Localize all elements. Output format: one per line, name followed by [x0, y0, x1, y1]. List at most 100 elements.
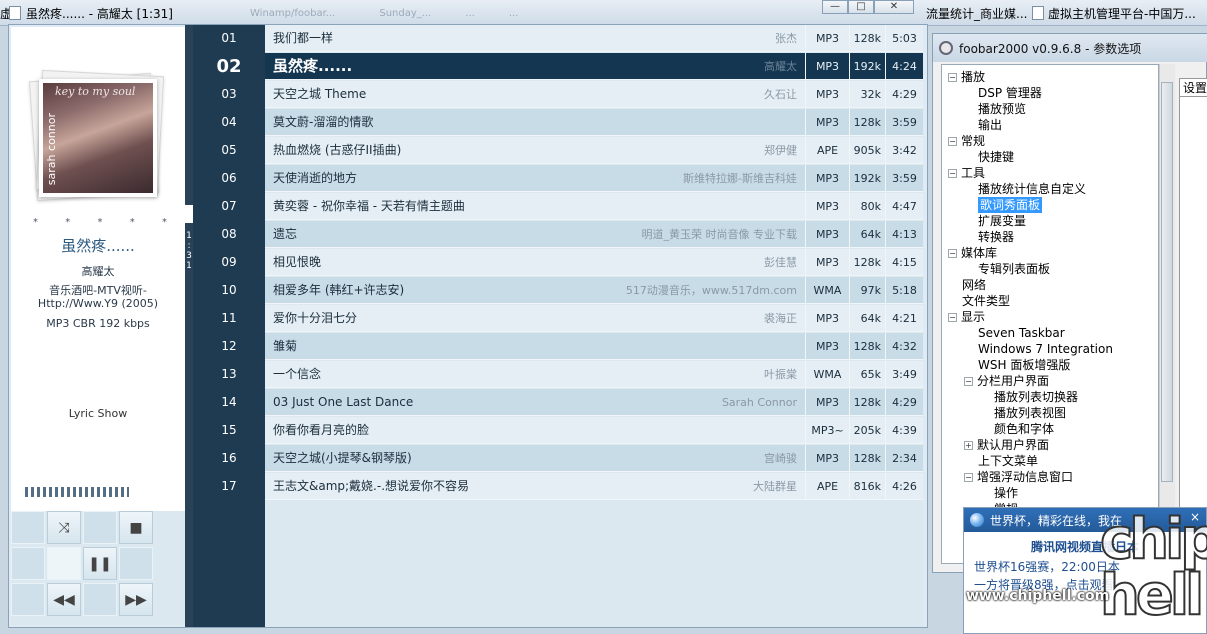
tree-node[interactable]: 网络: [962, 277, 986, 293]
star-icon[interactable]: *: [162, 217, 167, 228]
tree-node[interactable]: 快捷键: [978, 149, 1014, 165]
stop-button[interactable]: ■: [119, 511, 153, 544]
track-bitrate: 65k: [849, 361, 885, 388]
taskbar-tab-hosting[interactable]: 虚拟主机管理平台-中国万...: [1032, 3, 1196, 23]
visualizer: [25, 487, 129, 497]
tree-node[interactable]: 播放预览: [978, 101, 1026, 117]
pause-button[interactable]: ❚❚: [83, 547, 117, 580]
playlist-row[interactable]: 17 王志文&amp;戴娆.-.想说爱你不容易 大陆群星 APE 816k 4:26: [221, 473, 923, 500]
playlist-row[interactable]: 16 天空之城(小提琴&钢琴版) 宫崎骏 MP3 128k 2:34: [221, 445, 923, 472]
star-icon[interactable]: *: [130, 217, 135, 228]
playlist-row[interactable]: 03 天空之城 Theme 久石让 MP3 32k 4:29: [221, 81, 923, 108]
tree-node[interactable]: 播放统计信息自定义: [978, 181, 1086, 197]
collapse-icon[interactable]: −: [964, 377, 973, 386]
track-number: 15: [221, 422, 237, 437]
tree-node-label: WSH 面板增强版: [978, 358, 1071, 372]
playlist-row[interactable]: 15 你看你看月亮的脸 MP3~ 205k 4:39: [221, 417, 923, 444]
tree-node[interactable]: 颜色和字体: [994, 421, 1054, 437]
previous-button[interactable]: ◀◀: [47, 583, 81, 616]
pause-icon: ❚❚: [88, 555, 112, 572]
maximize-button[interactable]: □: [848, 0, 874, 14]
playlist-row[interactable]: 05 热血燃烧 (古惑仔II插曲) 郑伊健 APE 905k 3:42: [221, 137, 923, 164]
playlist-row[interactable]: 02 虽然疼...... 高耀太 MP3 192k 4:24: [216, 53, 923, 80]
tree-node[interactable]: 输出: [978, 117, 1002, 133]
track-duration: 3:59: [885, 165, 923, 192]
star-icon[interactable]: *: [33, 217, 38, 228]
now-playing-title: 虽然疼......: [61, 237, 135, 255]
minimize-button[interactable]: —: [822, 0, 848, 14]
album-art[interactable]: key to my soul sarah connor: [28, 69, 165, 203]
track-duration: 4:47: [885, 193, 923, 220]
tab-settings[interactable]: 设置: [1179, 78, 1207, 96]
rating-stars[interactable]: * * * * *: [33, 217, 167, 228]
collapse-icon[interactable]: −: [964, 473, 973, 482]
tree-node[interactable]: 转换器: [978, 229, 1014, 245]
playlist-row[interactable]: 08 遗忘 明道_黄玉荣 时尚音像 专业下载 MP3 64k 4:13: [221, 221, 923, 248]
collapse-icon[interactable]: −: [948, 137, 957, 146]
tree-node[interactable]: 文件类型: [962, 293, 1010, 309]
playlist-row[interactable]: 13 一个信念 叶振棠 WMA 65k 3:49: [221, 361, 923, 388]
playlist-row[interactable]: 07 黄奕蓉 - 祝你幸福 - 天若有情主题曲 MP3 80k 4:47: [221, 193, 923, 220]
tree-node-label: 播放统计信息自定义: [978, 182, 1087, 196]
collapse-icon[interactable]: −: [948, 169, 957, 178]
tree-node[interactable]: 扩展变量: [978, 213, 1026, 229]
track-artist: [557, 333, 797, 360]
next-button[interactable]: ▶▶: [119, 583, 153, 616]
tree-node[interactable]: − 分栏用户界面: [964, 373, 1049, 389]
track-artist: 大陆群星: [753, 480, 797, 493]
playlist-row[interactable]: 12 雏菊 MP3 128k 4:32: [221, 333, 923, 360]
shuffle-button[interactable]: ⤨: [47, 511, 81, 544]
seek-handle[interactable]: [185, 205, 193, 223]
playlist-row[interactable]: 01 我们都一样 张杰 MP3 128k 5:03: [221, 25, 923, 52]
tree-node[interactable]: − 增强浮动信息窗口: [964, 469, 1073, 485]
panel-splitter[interactable]: [185, 25, 193, 627]
tree-node[interactable]: 操作: [994, 485, 1018, 501]
tree-node[interactable]: Windows 7 Integration: [978, 341, 1113, 357]
now-playing-album: 音乐酒吧-MTV视听-: [49, 284, 147, 297]
tree-node[interactable]: 上下文菜单: [978, 453, 1038, 469]
tree-node[interactable]: 歌词秀面板: [978, 197, 1043, 213]
tree-node[interactable]: − 显示: [948, 309, 985, 325]
playlist-row[interactable]: 14 03 Just One Last Dance Sarah Connor MP3 1…: [221, 389, 923, 416]
player-window: 虽然疼...... - 高耀太 [1:31] key to my soul sa…: [8, 6, 928, 628]
track-format: MP3: [805, 389, 849, 416]
tree-node[interactable]: 专辑列表面板: [978, 261, 1050, 277]
track-duration: 4:29: [885, 81, 923, 108]
preferences-tree[interactable]: − 播放 DSP 管理器 播放预览 输出 − 常规 快捷键 − 工具 播放统计信息自定义 歌词秀面板扩…: [941, 64, 1159, 564]
track-bitrate: 905k: [849, 137, 885, 164]
tree-node[interactable]: DSP 管理器: [978, 85, 1042, 101]
track-duration: 3:42: [885, 137, 923, 164]
tree-node[interactable]: − 播放: [948, 69, 985, 85]
tree-node-label: 增强浮动信息窗口: [977, 470, 1074, 484]
track-bitrate: 80k: [849, 193, 885, 220]
playlist-row[interactable]: 10 相爱多年 (韩红+许志安) 517动漫音乐，www.517dm.com WMA 9…: [221, 277, 923, 304]
tree-node[interactable]: + 默认用户界面: [964, 437, 1049, 453]
star-icon[interactable]: *: [98, 217, 103, 228]
control-tile: [83, 511, 117, 544]
collapse-icon[interactable]: −: [948, 249, 957, 258]
tree-node[interactable]: 播放列表视图: [994, 405, 1066, 421]
tree-node-label: 分栏用户界面: [977, 374, 1050, 388]
tree-node[interactable]: Seven Taskbar: [978, 325, 1065, 341]
tree-node-label: 扩展变量: [978, 214, 1027, 228]
tree-node[interactable]: − 媒体库: [948, 245, 997, 261]
playlist-row[interactable]: 06 天使消逝的地方 斯维特拉娜-斯维吉科娃 MP3 192k 3:59: [221, 165, 923, 192]
star-icon[interactable]: *: [65, 217, 70, 228]
tree-node[interactable]: 播放列表切换器: [994, 389, 1078, 405]
playlist[interactable]: 01 我们都一样 张杰 MP3 128k 5:03 02 虽然疼...... 高耀太 MP3 192…: [216, 25, 923, 627]
playlist-row[interactable]: 04 莫文蔚-溜溜的情歌 MP3 128k 3:59: [221, 109, 923, 136]
tree-node[interactable]: WSH 面板增强版: [978, 357, 1070, 373]
tree-scrollbar-thumb[interactable]: [1161, 82, 1173, 482]
preferences-title-bar: foobar2000 v0.9.6.8 - 参数选项: [933, 34, 1207, 62]
lyric-show-label[interactable]: Lyric Show: [11, 407, 185, 420]
close-button[interactable]: ✕: [874, 0, 914, 14]
track-format: MP3~: [805, 417, 849, 444]
collapse-icon[interactable]: −: [948, 73, 957, 82]
tree-node[interactable]: − 工具: [948, 165, 985, 181]
collapse-icon[interactable]: −: [948, 313, 957, 322]
playlist-row[interactable]: 09 相见恨晚 彭佳慧 MP3 128k 4:15: [221, 249, 923, 276]
taskbar-tab-traffic[interactable]: 流量统计_商业媒...: [926, 3, 1027, 23]
tree-node[interactable]: − 常规: [948, 133, 985, 149]
expand-icon[interactable]: +: [964, 441, 973, 450]
playlist-row[interactable]: 11 爱你十分泪七分 裘海正 MP3 64k 4:21: [221, 305, 923, 332]
